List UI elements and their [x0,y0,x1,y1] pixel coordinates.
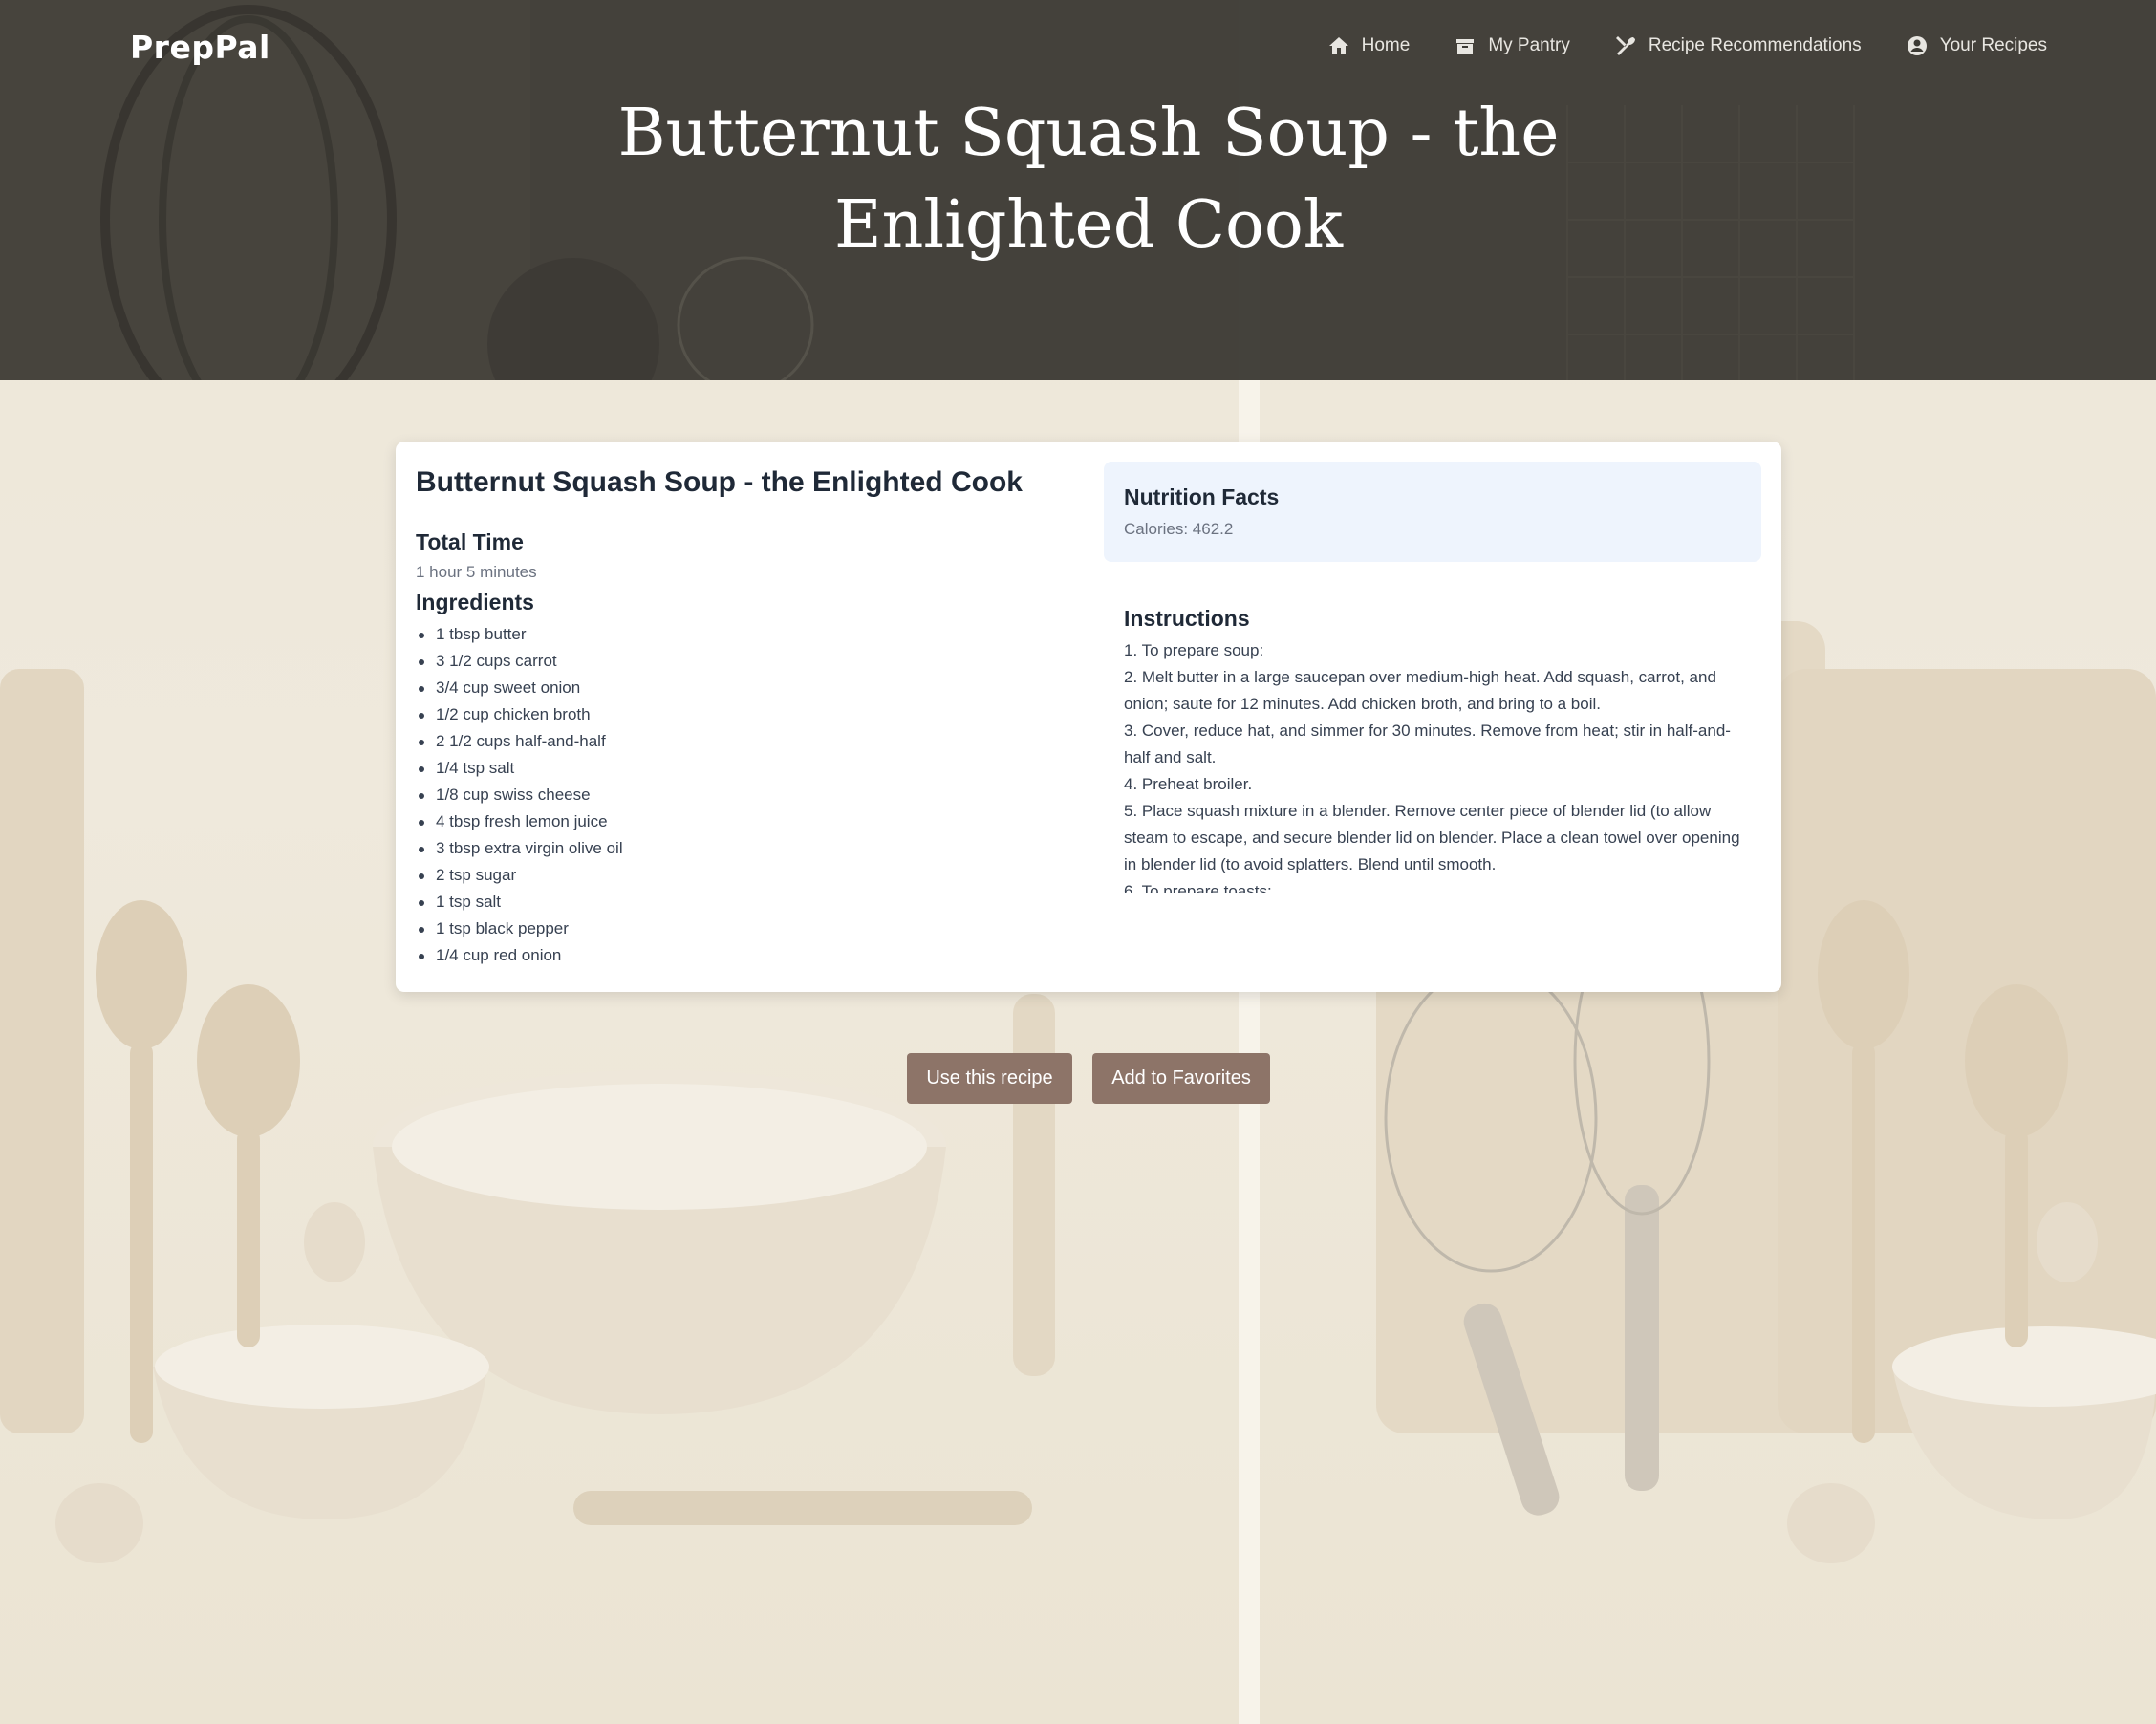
use-this-recipe-button[interactable]: Use this recipe [907,1053,1072,1104]
calories-value: Calories: 462.2 [1124,520,1234,538]
nav-your-recipes[interactable]: Your Recipes [1906,34,2047,57]
instructions-panel[interactable]: Instructions 1. To prepare soup: 2. Melt… [1124,606,1755,893]
nutrition-facts-panel: Nutrition Facts Calories: 462.2 [1104,462,1761,562]
ingredients-list: 1 tbsp butter 3 1/2 cups carrot 3/4 cup … [416,621,1066,969]
ingredients-heading: Ingredients [416,590,534,614]
brand-logo[interactable]: PrepPal [130,29,270,66]
recipe-details: Butternut Squash Soup - the Enlighted Co… [416,466,1066,969]
pantry-icon [1456,39,1475,54]
recipe-card: Butternut Squash Soup - the Enlighted Co… [396,442,1781,992]
ingredient-item: 1/2 cup chicken broth [416,701,1066,728]
instruction-step: 3. Cover, reduce hat, and simmer for 30 … [1124,722,1731,766]
ingredient-item: 3/4 cup sweet onion [416,675,1066,701]
ingredient-item: 3 1/2 cups carrot [416,648,1066,675]
nav-your-recipes-label: Your Recipes [1939,35,2047,55]
page-title: Butternut Squash Soup - the Enlighted Co… [617,96,1560,263]
nav-my-pantry-label: My Pantry [1488,35,1570,55]
user-circle-icon [1907,36,1927,55]
ingredient-item: 2 1/2 cups half-and-half [416,728,1066,755]
recipe-title: Butternut Squash Soup - the Enlighted Co… [416,466,1023,498]
instruction-step: 1. To prepare soup: [1124,641,1264,659]
hero-header: PrepPal Home My Pantry Recipe Recommenda… [0,0,2156,380]
nav-recipe-recommendations[interactable]: Recipe Recommendations [1614,34,1862,57]
nav-my-pantry[interactable]: My Pantry [1454,34,1570,57]
instruction-step: 2. Melt butter in a large saucepan over … [1124,668,1716,713]
ingredient-item: 1/8 cup swiss cheese [416,782,1066,808]
home-icon [1328,37,1348,54]
ingredient-item: 1/4 tsp salt [416,755,1066,782]
ingredient-item: 1 tsp salt [416,889,1066,916]
ingredient-item: 1 tsp black pepper [416,916,1066,942]
nav-home-label: Home [1361,35,1411,55]
instruction-step: 5. Place squash mixture in a blender. Re… [1124,802,1740,873]
instructions-list: 1. To prepare soup: 2. Melt butter in a … [1124,637,1755,893]
instructions-heading: Instructions [1124,606,1250,631]
total-time-heading: Total Time [416,529,524,554]
ingredient-item: 1 tbsp butter [416,621,1066,648]
ingredient-item: 4 tbsp fresh lemon juice [416,808,1066,835]
total-time-value: 1 hour 5 minutes [416,563,537,581]
main-nav: Home My Pantry Recipe Recommendations Yo… [1283,34,2047,57]
nav-home[interactable]: Home [1327,34,1411,57]
ingredient-item: 3 tbsp extra virgin olive oil [416,835,1066,862]
utensils-icon [1615,36,1635,55]
instruction-step: 4. Preheat broiler. [1124,775,1253,793]
ingredient-item: 1/4 cup red onion [416,942,1066,969]
instruction-step: 6. To prepare toasts: [1124,882,1272,893]
nav-recipe-recommendations-label: Recipe Recommendations [1648,35,1862,55]
add-to-favorites-button[interactable]: Add to Favorites [1092,1053,1270,1104]
nutrition-facts-heading: Nutrition Facts [1124,485,1280,509]
ingredient-item: 2 tsp sugar [416,862,1066,889]
